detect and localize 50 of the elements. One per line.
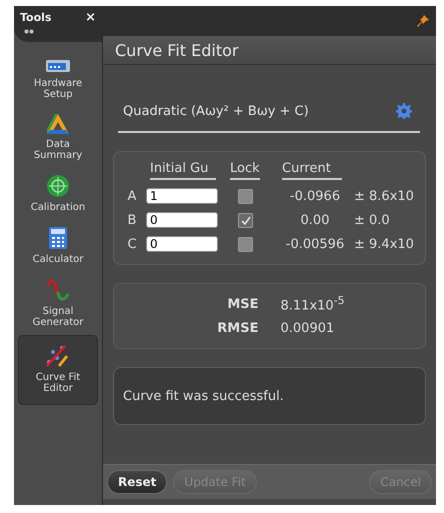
calculator-icon xyxy=(48,226,68,250)
tool-item[interactable]: Data Summary xyxy=(18,107,98,167)
initial-guess-field[interactable]: 0 xyxy=(146,212,218,228)
panel-title: Curve Fit Editor xyxy=(115,40,238,60)
pin-icon[interactable] xyxy=(416,14,430,28)
tool-label: Hardware Setup xyxy=(32,78,84,100)
statistic-value: 8.11x10$^{-5}$ xyxy=(280,294,346,314)
parameter-name: A xyxy=(126,188,138,204)
grip-icon[interactable] xyxy=(24,29,34,34)
tool-item[interactable]: Signal Generator xyxy=(18,272,98,334)
error-value: ± 0.0 xyxy=(354,212,391,228)
column-header: Current xyxy=(282,160,342,180)
target-icon xyxy=(46,174,70,198)
lock-checkbox[interactable] xyxy=(238,188,253,204)
fit-formula: Quadratic (Aωy² + Bωy + C) xyxy=(123,104,309,118)
settings-icon[interactable] xyxy=(396,103,412,119)
device-icon xyxy=(45,58,71,74)
lock-checkbox[interactable] xyxy=(238,236,253,252)
current-value: -0.00596 xyxy=(284,236,346,252)
initial-guess-field[interactable]: 0 xyxy=(146,236,218,252)
error-value: ± 8.6x10 xyxy=(354,188,415,204)
column-header: Initial Gu xyxy=(150,160,216,180)
current-value: -0.0966 xyxy=(288,188,342,204)
wave-icon xyxy=(46,278,70,302)
tool-label: Curve Fit Editor xyxy=(34,372,82,394)
tool-label: Calculator xyxy=(32,254,84,265)
parameter-name: C xyxy=(126,236,138,252)
check-icon xyxy=(240,216,250,224)
column-header: Lock xyxy=(230,160,260,180)
tool-item[interactable]: Curve Fit Editor xyxy=(18,335,98,405)
error-value: ± 9.4x10 xyxy=(354,236,415,252)
tool-label: Signal Generator xyxy=(32,306,84,328)
parameter-name: B xyxy=(126,212,138,228)
tool-label: Data Summary xyxy=(32,139,84,161)
tool-item[interactable]: Calculator xyxy=(18,220,98,271)
lock-checkbox[interactable] xyxy=(238,212,253,228)
statistic-label: MSE xyxy=(226,296,258,312)
curve-fit-icon xyxy=(45,344,71,368)
tool-item[interactable]: Hardware Setup xyxy=(18,52,98,106)
close-button[interactable]: × xyxy=(85,10,96,25)
sidebar-title: Tools xyxy=(20,11,52,24)
initial-guess-field[interactable]: 1 xyxy=(146,188,218,204)
triangle-icon xyxy=(46,113,70,135)
statistic-value: 0.00901 xyxy=(280,320,336,336)
current-value: 0.00 xyxy=(300,212,330,228)
status-message: Curve fit was successful. xyxy=(123,388,284,404)
tool-item[interactable]: Calibration xyxy=(18,168,98,219)
action-button[interactable]: Reset xyxy=(107,470,168,494)
statistic-label: RMSE xyxy=(216,320,258,336)
tool-label: Calibration xyxy=(30,202,86,213)
